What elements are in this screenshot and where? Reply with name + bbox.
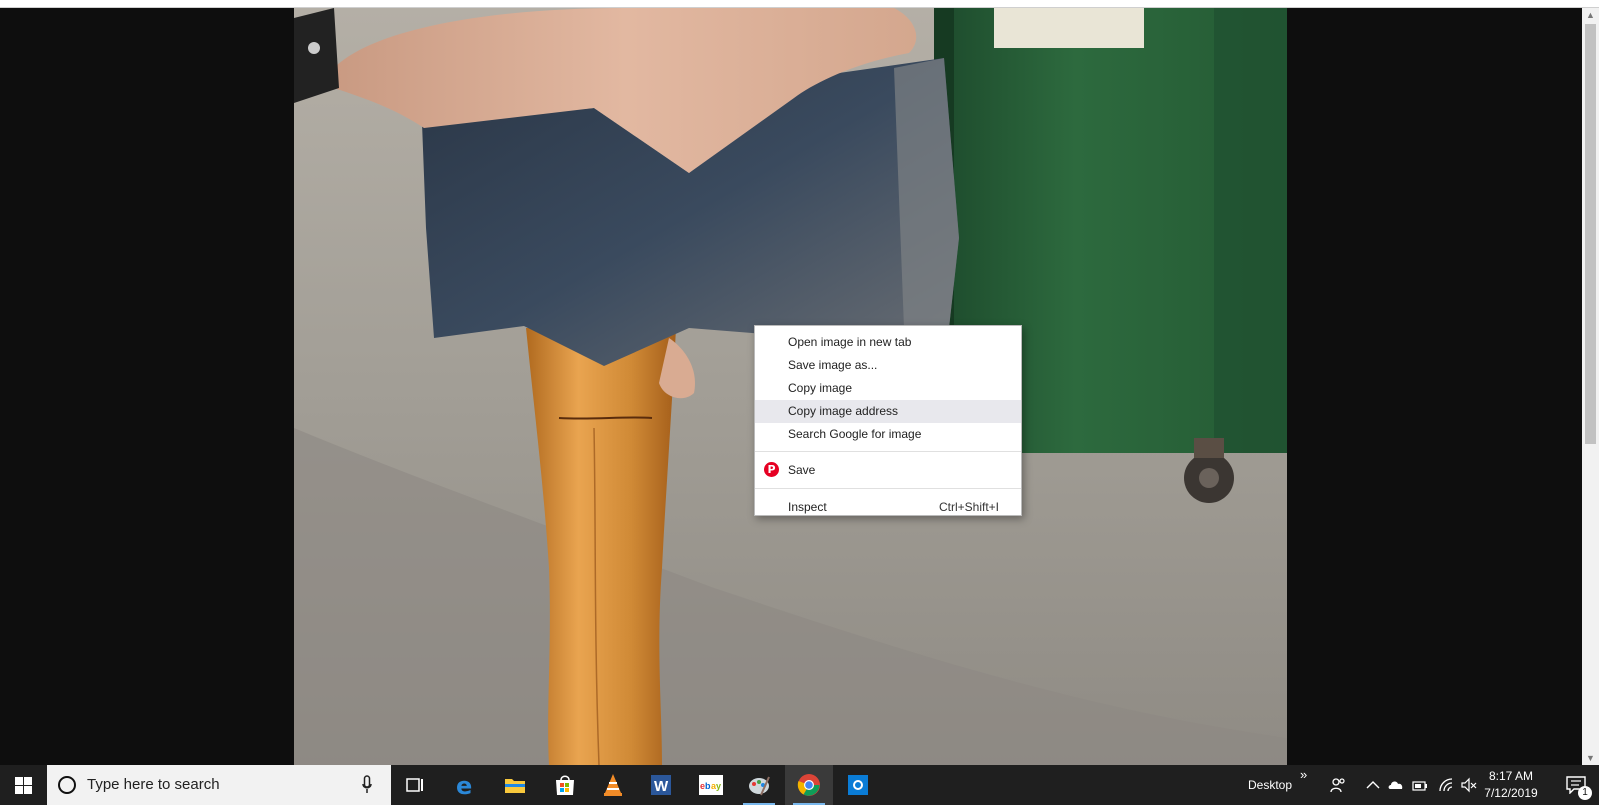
svg-text:e: e — [456, 773, 472, 797]
outlook-icon — [848, 775, 868, 795]
menu-copy-image[interactable]: Copy image — [755, 377, 1021, 400]
menu-search-google-for-image[interactable]: Search Google for image — [755, 423, 1021, 446]
menu-inspect-shortcut: Ctrl+Shift+I — [938, 500, 999, 514]
desktop-toolbar-label[interactable]: Desktop — [1248, 778, 1292, 792]
image-context-menu: Open image in new tab Save image as... C… — [754, 325, 1022, 516]
scroll-up-arrow-icon[interactable]: ▲ — [1582, 8, 1599, 22]
screen: ▲ ▼ Open image in new tab Save image as.… — [0, 0, 1599, 805]
onedrive-icon[interactable] — [1388, 777, 1404, 793]
browser-top-edge — [0, 0, 1599, 8]
paint-button[interactable] — [735, 765, 783, 805]
windows-taskbar: Type here to search e W e b a y Desktop … — [0, 765, 1599, 805]
taskbar-search-box[interactable]: Type here to search — [47, 765, 391, 805]
word-icon: W — [651, 775, 671, 795]
pinterest-icon: P — [764, 462, 779, 477]
svg-text:y: y — [716, 781, 721, 791]
menu-copy-image-address[interactable]: Copy image address — [755, 400, 1021, 423]
cortana-icon — [58, 776, 76, 794]
paint-icon — [749, 776, 770, 796]
volume-muted-icon[interactable] — [1461, 777, 1477, 793]
svg-text:W: W — [654, 778, 669, 795]
outlook-button[interactable] — [834, 765, 882, 805]
menu-save-image-as[interactable]: Save image as... — [755, 354, 1021, 377]
scroll-down-arrow-icon[interactable]: ▼ — [1582, 751, 1599, 765]
store-button[interactable] — [541, 765, 589, 805]
windows-logo-icon — [15, 777, 32, 794]
vertical-scrollbar[interactable]: ▲ ▼ — [1582, 8, 1599, 765]
chrome-button[interactable] — [785, 765, 833, 805]
people-icon[interactable] — [1330, 777, 1346, 793]
menu-open-image-new-tab[interactable]: Open image in new tab — [755, 331, 1021, 354]
battery-icon[interactable] — [1412, 777, 1428, 793]
notification-count-badge: 1 — [1578, 786, 1592, 800]
start-button[interactable] — [0, 765, 47, 805]
clock-time: 8:17 AM — [1488, 769, 1534, 783]
taskbar-clock[interactable]: 8:17 AM 7/12/2019 — [1478, 768, 1544, 802]
menu-pinterest-save[interactable]: P Save — [755, 457, 1021, 483]
action-center-button[interactable]: 1 — [1554, 765, 1599, 805]
scroll-thumb[interactable] — [1585, 24, 1596, 444]
menu-inspect[interactable]: Inspect Ctrl+Shift+I — [755, 494, 1021, 520]
ebay-button[interactable]: e b a y — [687, 765, 735, 805]
show-hidden-icons-icon[interactable] — [1365, 777, 1381, 793]
menu-separator — [755, 451, 1021, 452]
clock-date: 7/12/2019 — [1484, 786, 1538, 800]
word-button[interactable]: W — [637, 765, 685, 805]
menu-inspect-label: Inspect — [788, 500, 827, 514]
menu-separator — [755, 488, 1021, 489]
menu-pinterest-save-label: Save — [788, 463, 816, 477]
ebay-icon: e b a y — [699, 775, 723, 795]
edge-icon: e — [456, 773, 472, 797]
task-view-button[interactable] — [391, 765, 439, 805]
microphone-icon[interactable] — [362, 775, 372, 795]
wifi-icon[interactable] — [1438, 777, 1454, 793]
edge-button[interactable]: e — [441, 765, 489, 805]
file-explorer-icon — [505, 779, 525, 793]
toolbar-chevron-icon[interactable]: » — [1300, 767, 1307, 782]
vlc-icon — [604, 774, 622, 796]
vlc-button[interactable] — [589, 765, 637, 805]
search-placeholder: Type here to search — [87, 776, 220, 793]
file-explorer-button[interactable] — [491, 765, 539, 805]
store-icon — [556, 775, 574, 795]
task-view-icon — [406, 778, 423, 792]
chrome-icon — [797, 774, 820, 796]
